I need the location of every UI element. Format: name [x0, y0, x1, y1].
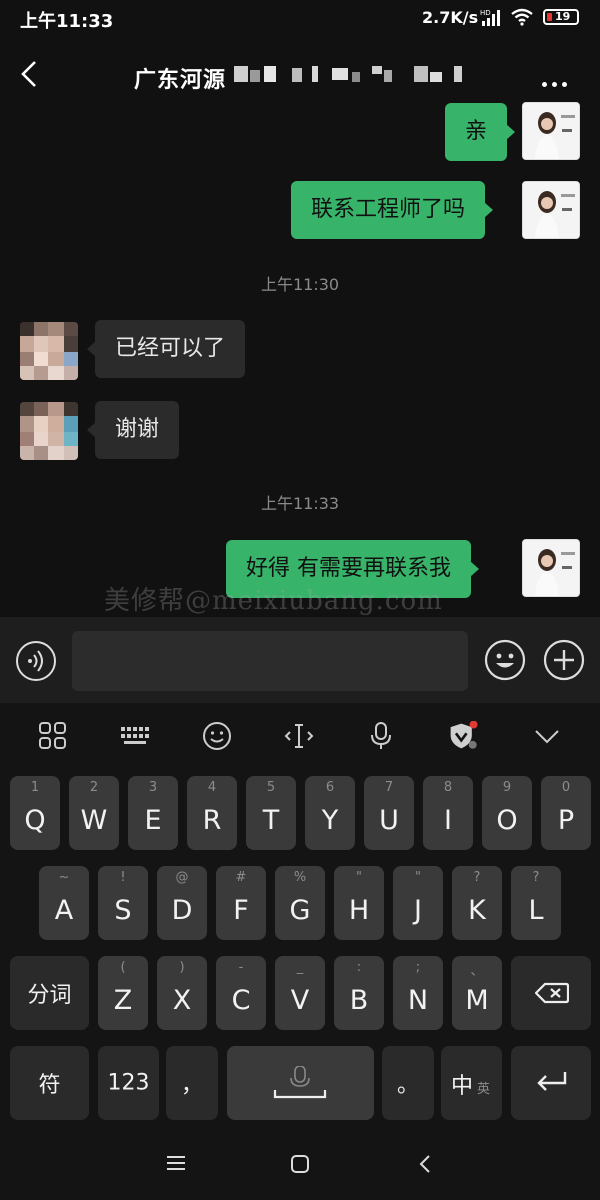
redacted-name: [234, 66, 462, 82]
voice-input-button[interactable]: [16, 641, 56, 681]
message-bubble[interactable]: 已经可以了: [86, 320, 246, 378]
key-j[interactable]: " J: [393, 866, 443, 940]
language-switch-key[interactable]: 中 英: [441, 1046, 502, 1120]
profile-photo-icon: [20, 322, 78, 380]
key-i[interactable]: 8I: [423, 776, 473, 850]
backspace-icon: [535, 982, 569, 1004]
key-l[interactable]: ? L: [511, 866, 561, 940]
battery-icon: 19: [543, 9, 579, 25]
wifi-icon: [511, 8, 533, 26]
key-n[interactable]: ; N: [393, 956, 443, 1030]
chat-app: 上午11:33 2.7K/s HD 19 广东河源 亲 联系工程师了吗 上午11…: [0, 0, 600, 1200]
key-k[interactable]: ? K: [452, 866, 502, 940]
message-bubble[interactable]: 谢谢: [86, 401, 180, 459]
profile-photo-icon: [523, 103, 579, 159]
key-g[interactable]: % G: [275, 866, 325, 940]
status-bar: 上午11:33 2.7K/s HD 19: [0, 0, 600, 36]
timestamp: 上午11:33: [260, 494, 340, 513]
key-c[interactable]: -C: [216, 956, 266, 1030]
fenci-key[interactable]: 分词: [10, 956, 89, 1030]
avatar[interactable]: [522, 181, 580, 239]
keyboard-icon[interactable]: [120, 721, 150, 751]
profile-photo-icon: [523, 182, 579, 238]
emoji-icon[interactable]: [202, 721, 232, 751]
key-w[interactable]: 2W: [69, 776, 119, 850]
avatar[interactable]: [522, 539, 580, 597]
battery-level: 19: [555, 10, 571, 23]
keyboard: 1Q 2W 3E 4R 5T 6Y 7U 8I 9O 0P ~ A ! S @ D #…: [0, 703, 600, 1120]
apps-grid-icon[interactable]: [38, 721, 68, 751]
key-b[interactable]: :B: [334, 956, 384, 1030]
space-key[interactable]: [227, 1046, 374, 1120]
status-time: 上午11:33: [20, 11, 114, 32]
number-key[interactable]: 123: [98, 1046, 159, 1120]
signal-icon: HD: [480, 9, 500, 26]
key-z[interactable]: (Z: [98, 956, 148, 1030]
plus-icon[interactable]: [543, 639, 585, 681]
message-bubble[interactable]: 联系工程师了吗: [291, 181, 494, 239]
avatar[interactable]: [20, 322, 78, 380]
menu-icon[interactable]: [166, 1155, 186, 1171]
back-arrow-icon[interactable]: [18, 60, 42, 88]
key-y[interactable]: 6Y: [305, 776, 355, 850]
timestamp: 上午11:30: [260, 275, 340, 294]
message-bubble[interactable]: 亲: [445, 103, 516, 161]
key-s[interactable]: ! S: [98, 866, 148, 940]
avatar[interactable]: [20, 402, 78, 460]
profile-photo-icon: [20, 402, 78, 460]
key-u[interactable]: 7U: [364, 776, 414, 850]
more-options-icon[interactable]: [542, 72, 574, 87]
chat-title: 广东河源: [134, 68, 227, 93]
microphone-icon[interactable]: [366, 721, 396, 751]
chevron-down-icon[interactable]: [532, 721, 562, 751]
backspace-key[interactable]: [511, 956, 591, 1030]
key-a[interactable]: ~ A: [39, 866, 89, 940]
key-h[interactable]: " H: [334, 866, 384, 940]
svg-text:HD: HD: [480, 9, 491, 17]
period-key[interactable]: 。: [382, 1046, 434, 1120]
message-input[interactable]: [72, 631, 468, 691]
navigation-bar: [0, 1120, 600, 1200]
avatar[interactable]: [522, 102, 580, 160]
back-icon[interactable]: [418, 1154, 432, 1174]
voice-icon: [28, 650, 43, 672]
key-m[interactable]: 、 M: [452, 956, 502, 1030]
key-o[interactable]: 9O: [482, 776, 532, 850]
input-bar: [0, 617, 600, 703]
key-x[interactable]: ) X: [157, 956, 207, 1030]
key-f[interactable]: # F: [216, 866, 266, 940]
emoji-icon[interactable]: [484, 639, 526, 681]
profile-photo-icon: [523, 540, 579, 596]
key-q[interactable]: 1Q: [10, 776, 60, 850]
enter-key[interactable]: [511, 1046, 591, 1120]
key-e[interactable]: 3E: [128, 776, 178, 850]
key-t[interactable]: 5T: [246, 776, 296, 850]
key-d[interactable]: @ D: [157, 866, 207, 940]
comma-key[interactable]: ，: [166, 1046, 218, 1120]
enter-icon: [537, 1072, 567, 1091]
network-speed: 2.7K/s: [422, 8, 479, 27]
home-icon[interactable]: [290, 1154, 310, 1174]
key-r[interactable]: 4R: [187, 776, 237, 850]
microphone-icon: [273, 1066, 327, 1099]
security-shield-icon[interactable]: [448, 721, 478, 751]
key-p[interactable]: 0P: [541, 776, 591, 850]
watermark: 美修帮@meixiubang.com: [104, 586, 443, 616]
symbol-key[interactable]: 符: [10, 1046, 89, 1120]
chat-header: 广东河源: [0, 36, 600, 112]
key-v[interactable]: _ V: [275, 956, 325, 1030]
cursor-icon[interactable]: [284, 721, 314, 751]
